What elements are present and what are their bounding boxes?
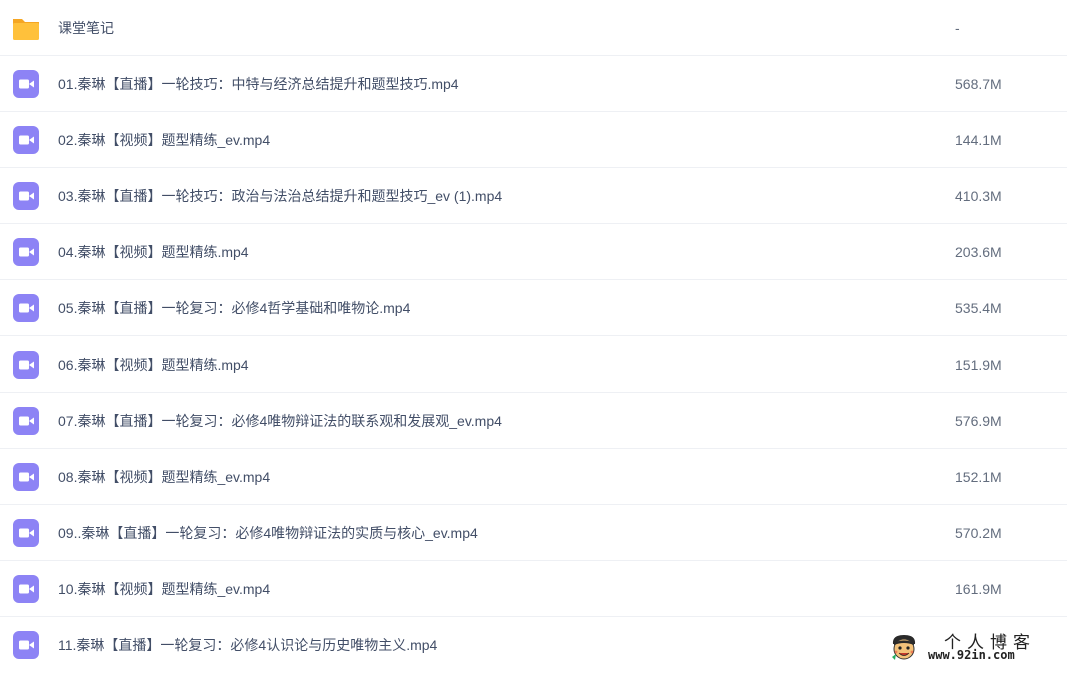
file-row[interactable]: 08.秦琳【视频】题型精练_ev.mp4 152.1M: [0, 449, 1067, 505]
cartoon-face-icon: [892, 635, 916, 660]
file-name: 课堂笔记: [58, 20, 114, 36]
video-file-icon: [13, 351, 39, 379]
file-name: 02.秦琳【视频】题型精练_ev.mp4: [58, 132, 271, 148]
file-name: 09..秦琳【直播】一轮复习：必修4唯物辩证法的实质与核心_ev.mp4: [58, 525, 478, 541]
file-name: 05.秦琳【直播】一轮复习：必修4哲学基础和唯物论.mp4: [58, 300, 411, 316]
file-size: 161.9M: [955, 581, 1002, 597]
video-file-icon: [13, 70, 39, 98]
video-file-icon: [13, 407, 39, 435]
file-row[interactable]: 10.秦琳【视频】题型精练_ev.mp4 161.9M: [0, 561, 1067, 617]
file-size: 151.9M: [955, 357, 1002, 373]
video-file-icon: [13, 182, 39, 210]
file-size: 152.1M: [955, 469, 1002, 485]
file-row[interactable]: 04.秦琳【视频】题型精练.mp4 203.6M: [0, 224, 1067, 280]
file-size: 144.1M: [955, 132, 1002, 148]
video-file-icon: [13, 463, 39, 491]
file-name: 11.秦琳【直播】一轮复习：必修4认识论与历史唯物主义.mp4: [58, 637, 438, 653]
folder-row[interactable]: 课堂笔记 -: [0, 0, 1067, 56]
folder-icon: [13, 19, 39, 40]
video-file-icon: [13, 294, 39, 322]
file-name: 10.秦琳【视频】题型精练_ev.mp4: [58, 581, 271, 597]
file-name: 04.秦琳【视频】题型精练.mp4: [58, 244, 249, 260]
file-size: 568.7M: [955, 76, 1002, 92]
video-file-icon: [13, 631, 39, 659]
file-size: 203.6M: [955, 244, 1002, 260]
video-file-icon: [13, 126, 39, 154]
file-list: 课堂笔记 - 01.秦琳【直播】一轮技巧：中特与经济总结提升和题型技巧.mp4 …: [0, 0, 1067, 669]
file-row[interactable]: 03.秦琳【直播】一轮技巧：政治与法治总结提升和题型技巧_ev (1).mp4 …: [0, 168, 1067, 224]
file-size: 576.9M: [955, 413, 1002, 429]
video-file-icon: [13, 238, 39, 266]
file-row[interactable]: 05.秦琳【直播】一轮复习：必修4哲学基础和唯物论.mp4 535.4M: [0, 280, 1067, 336]
file-row[interactable]: 09..秦琳【直播】一轮复习：必修4唯物辩证法的实质与核心_ev.mp4 570…: [0, 505, 1067, 561]
file-size: -: [955, 20, 960, 36]
watermark-url: www.92in.com: [928, 648, 1015, 662]
file-size: 535.4M: [955, 300, 1002, 316]
file-row[interactable]: 02.秦琳【视频】题型精练_ev.mp4 144.1M: [0, 112, 1067, 168]
blog-watermark: 个人博客 www.92in.com: [888, 628, 1058, 666]
file-row[interactable]: 07.秦琳【直播】一轮复习：必修4唯物辩证法的联系观和发展观_ev.mp4 57…: [0, 393, 1067, 449]
file-name: 07.秦琳【直播】一轮复习：必修4唯物辩证法的联系观和发展观_ev.mp4: [58, 413, 502, 429]
file-name: 03.秦琳【直播】一轮技巧：政治与法治总结提升和题型技巧_ev (1).mp4: [58, 188, 503, 204]
file-size: 570.2M: [955, 525, 1002, 541]
file-row[interactable]: 01.秦琳【直播】一轮技巧：中特与经济总结提升和题型技巧.mp4 568.7M: [0, 56, 1067, 112]
file-name: 06.秦琳【视频】题型精练.mp4: [58, 357, 249, 373]
file-row[interactable]: 06.秦琳【视频】题型精练.mp4 151.9M: [0, 337, 1067, 393]
file-name: 01.秦琳【直播】一轮技巧：中特与经济总结提升和题型技巧.mp4: [58, 76, 459, 92]
video-file-icon: [13, 519, 39, 547]
video-file-icon: [13, 575, 39, 603]
file-name: 08.秦琳【视频】题型精练_ev.mp4: [58, 469, 271, 485]
file-size: 410.3M: [955, 188, 1002, 204]
